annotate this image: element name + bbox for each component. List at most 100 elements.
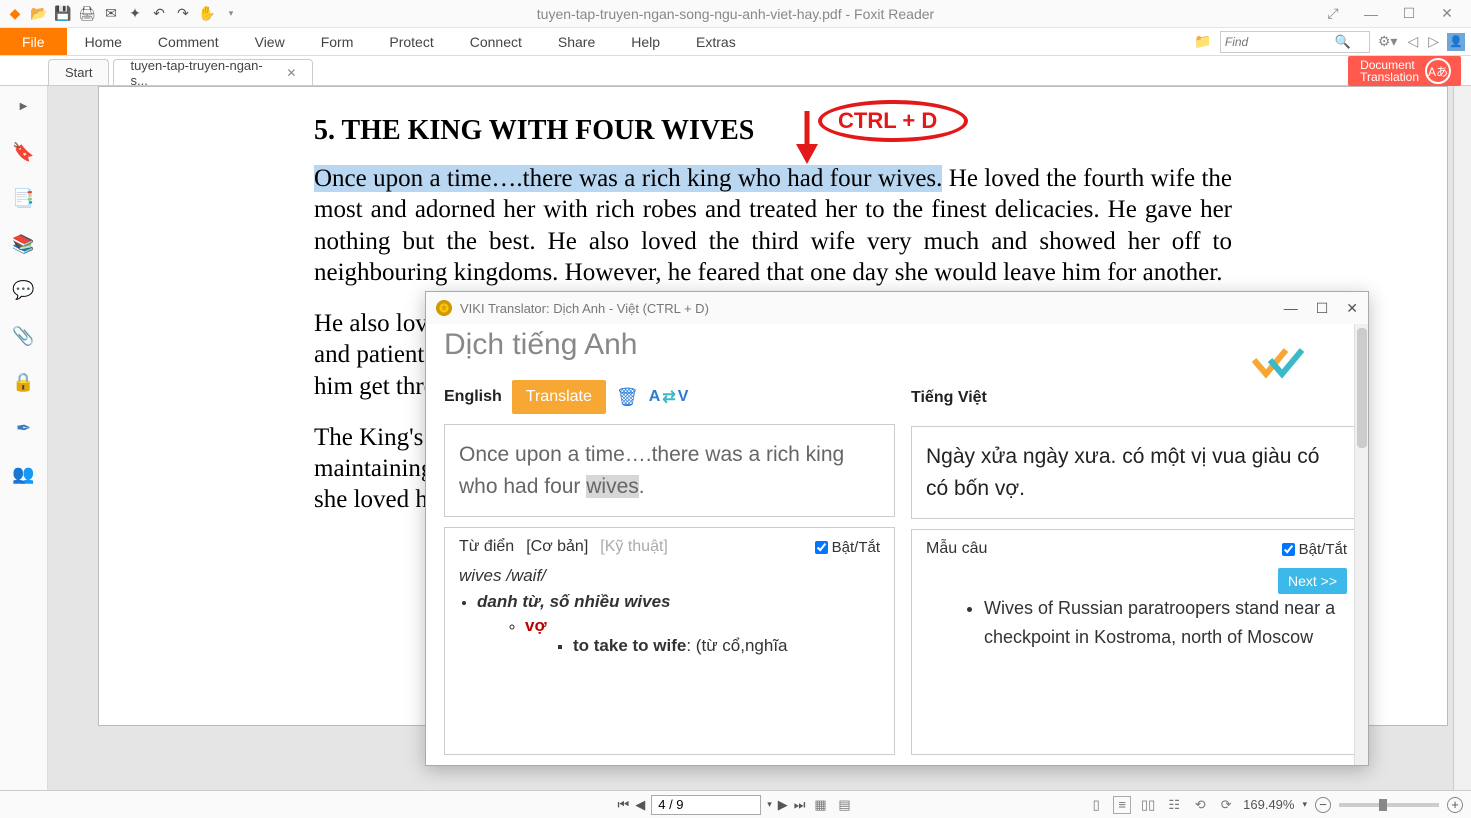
layers-icon[interactable]: 📚 — [12, 232, 36, 256]
dictionary-card: Từ điển [Cơ bản] [Kỹ thuật] Bật/Tắt wive… — [444, 527, 895, 755]
zoom-slider[interactable] — [1339, 803, 1439, 807]
example-toggle-checkbox[interactable] — [1282, 543, 1295, 556]
dict-tab-tech[interactable]: [Kỹ thuật] — [600, 538, 668, 556]
maximize-icon[interactable]: ☐ — [1395, 4, 1423, 24]
app-icon[interactable]: ◆ — [4, 3, 26, 25]
selected-word[interactable]: wives — [586, 475, 639, 498]
connect-icon[interactable]: 👥 — [12, 462, 36, 486]
search-folder-icon[interactable]: 📁 — [1192, 33, 1213, 50]
example-card: Mẫu câu Bật/Tắt Next >> Wives of Russian… — [911, 529, 1362, 755]
popup-title-bar[interactable]: ★ VIKI Translator: Dịch Anh - Việt (CTRL… — [426, 292, 1368, 324]
popup-scroll-thumb[interactable] — [1357, 328, 1367, 448]
clear-icon[interactable]: 🗑 — [616, 387, 639, 408]
tab-comment[interactable]: Comment — [140, 28, 237, 55]
rotate-right-icon[interactable]: ⟳ — [1217, 796, 1235, 814]
popup-maximize-icon[interactable]: ☐ — [1316, 300, 1329, 317]
signatures-icon[interactable]: ✒ — [12, 416, 36, 440]
view-facing-icon[interactable]: ▯▯ — [1139, 796, 1157, 814]
left-sidebar: ▶ 🔖 📑 📚 💬 📎 🔒 ✒ 👥 — [0, 86, 48, 790]
open-icon[interactable]: 📂 — [28, 3, 50, 25]
last-page-icon[interactable]: ⏭ — [794, 797, 806, 813]
ribbon-collapse-icon[interactable]: ⤢ — [1319, 4, 1347, 24]
status-bar: ⏮ ◀ ▾ ▶ ⏭ ▦ ▤ ▯ ≡ ▯▯ ☷ ⟲ ⟳ 169.49% ▾ − + — [0, 790, 1471, 818]
redo-icon[interactable]: ↷ — [172, 3, 194, 25]
new-doc-icon[interactable]: ✦ — [124, 3, 146, 25]
find-box[interactable]: 🔍 — [1220, 31, 1370, 53]
popup-close-icon[interactable]: ✕ — [1346, 300, 1358, 317]
view-continuous-icon[interactable]: ≡ — [1113, 796, 1131, 814]
page-input[interactable] — [651, 795, 761, 815]
translate-button[interactable]: Translate — [512, 380, 606, 414]
bookmarks-icon[interactable]: 🔖 — [12, 140, 36, 164]
window-controls: ⤢ — ☐ ✕ — [1319, 4, 1471, 24]
swap-languages-button[interactable]: A ⇄ V — [649, 387, 689, 407]
tab-home[interactable]: Home — [67, 28, 140, 55]
right-scrollbar[interactable] — [1453, 86, 1471, 790]
find-input[interactable] — [1225, 35, 1335, 49]
nav-prev-icon[interactable]: ◁ — [1405, 33, 1420, 50]
popup-minimize-icon[interactable]: — — [1284, 300, 1298, 317]
next-page-icon[interactable]: ▶ — [778, 797, 788, 813]
tab-form[interactable]: Form — [303, 28, 372, 55]
first-page-icon[interactable]: ⏮ — [618, 797, 630, 813]
doc-tab-start[interactable]: Start — [48, 59, 109, 85]
zoom-in-icon[interactable]: + — [1447, 797, 1463, 813]
comments-icon[interactable]: 💬 — [12, 278, 36, 302]
example-toggle[interactable]: Bật/Tắt — [1282, 541, 1347, 558]
tab-share[interactable]: Share — [540, 28, 613, 55]
document-tabs: Start tuyen-tap-truyen-ngan-s... ✕ Docum… — [0, 56, 1471, 86]
settings-gear-icon[interactable]: ⚙▾ — [1376, 33, 1400, 50]
source-textbox[interactable]: Once upon a time….there was a rich king … — [444, 424, 895, 517]
view-continuous-facing-icon[interactable]: ☷ — [1165, 796, 1183, 814]
highlighted-text[interactable]: Once upon a time….there was a rich king … — [314, 165, 942, 192]
target-textbox[interactable]: Ngày xửa ngày xưa. có một vị vua giàu có… — [911, 426, 1362, 519]
tab-help[interactable]: Help — [613, 28, 678, 55]
close-tab-icon[interactable]: ✕ — [286, 66, 296, 80]
minimize-icon[interactable]: — — [1357, 4, 1385, 24]
page-navigator: ⏮ ◀ ▾ ▶ ⏭ ▦ ▤ — [618, 795, 854, 815]
zoom-out-icon[interactable]: − — [1315, 797, 1331, 813]
quick-access-toolbar: ◆ 📂 💾 🖨 ✉ ✦ ↶ ↷ ✋ ▾ — [0, 3, 242, 25]
doc-tab-active[interactable]: tuyen-tap-truyen-ngan-s... ✕ — [113, 59, 313, 85]
pages-panel-icon[interactable]: 📑 — [12, 186, 36, 210]
next-button[interactable]: Next >> — [1278, 568, 1347, 594]
dict-tab-basic[interactable]: [Cơ bản] — [526, 538, 588, 556]
page-dropdown-icon[interactable]: ▾ — [767, 799, 772, 810]
popup-heading: Dịch tiếng Anh — [426, 328, 1368, 362]
status-tool-1-icon[interactable]: ▦ — [811, 796, 829, 814]
hand-tool-icon[interactable]: ✋ — [196, 3, 218, 25]
view-single-icon[interactable]: ▯ — [1087, 796, 1105, 814]
undo-icon[interactable]: ↶ — [148, 3, 170, 25]
dict-toggle-checkbox[interactable] — [815, 541, 828, 554]
zoom-dropdown-icon[interactable]: ▾ — [1302, 799, 1307, 810]
search-icon[interactable]: 🔍 — [1335, 34, 1351, 50]
rotate-left-icon[interactable]: ⟲ — [1191, 796, 1209, 814]
status-tool-2-icon[interactable]: ▤ — [835, 796, 853, 814]
popup-scrollbar[interactable] — [1354, 324, 1368, 765]
nav-next-icon[interactable]: ▷ — [1426, 33, 1441, 50]
tab-extras[interactable]: Extras — [678, 28, 754, 55]
dict-label: Từ điển — [459, 538, 514, 556]
target-lang-label: Tiếng Việt — [911, 389, 987, 407]
zoom-slider-knob[interactable] — [1379, 799, 1387, 811]
popup-app-icon: ★ — [436, 300, 452, 316]
file-tab[interactable]: File — [0, 28, 67, 55]
story-paragraph-1: Once upon a time….there was a rich king … — [314, 163, 1232, 288]
qat-dropdown-icon[interactable]: ▾ — [220, 3, 242, 25]
sidebar-expand-icon[interactable]: ▶ — [12, 94, 36, 118]
save-icon[interactable]: 💾 — [52, 3, 74, 25]
email-icon[interactable]: ✉ — [100, 3, 122, 25]
attachments-icon[interactable]: 📎 — [12, 324, 36, 348]
security-icon[interactable]: 🔒 — [12, 370, 36, 394]
dict-toggle[interactable]: Bật/Tắt — [815, 539, 880, 556]
tab-protect[interactable]: Protect — [371, 28, 451, 55]
prev-page-icon[interactable]: ◀ — [635, 797, 645, 813]
user-icon[interactable]: 👤 — [1447, 33, 1465, 51]
tab-connect[interactable]: Connect — [452, 28, 540, 55]
print-icon[interactable]: 🖨 — [76, 3, 98, 25]
story-title: 5. THE KING WITH FOUR WIVES — [314, 115, 1232, 147]
popup-source-col: English Translate 🗑 A ⇄ V Once upon a ti… — [444, 380, 895, 755]
tab-view[interactable]: View — [237, 28, 303, 55]
doc-translation-button[interactable]: Document Translation Aあ — [1348, 56, 1461, 86]
close-icon[interactable]: ✕ — [1433, 4, 1461, 24]
